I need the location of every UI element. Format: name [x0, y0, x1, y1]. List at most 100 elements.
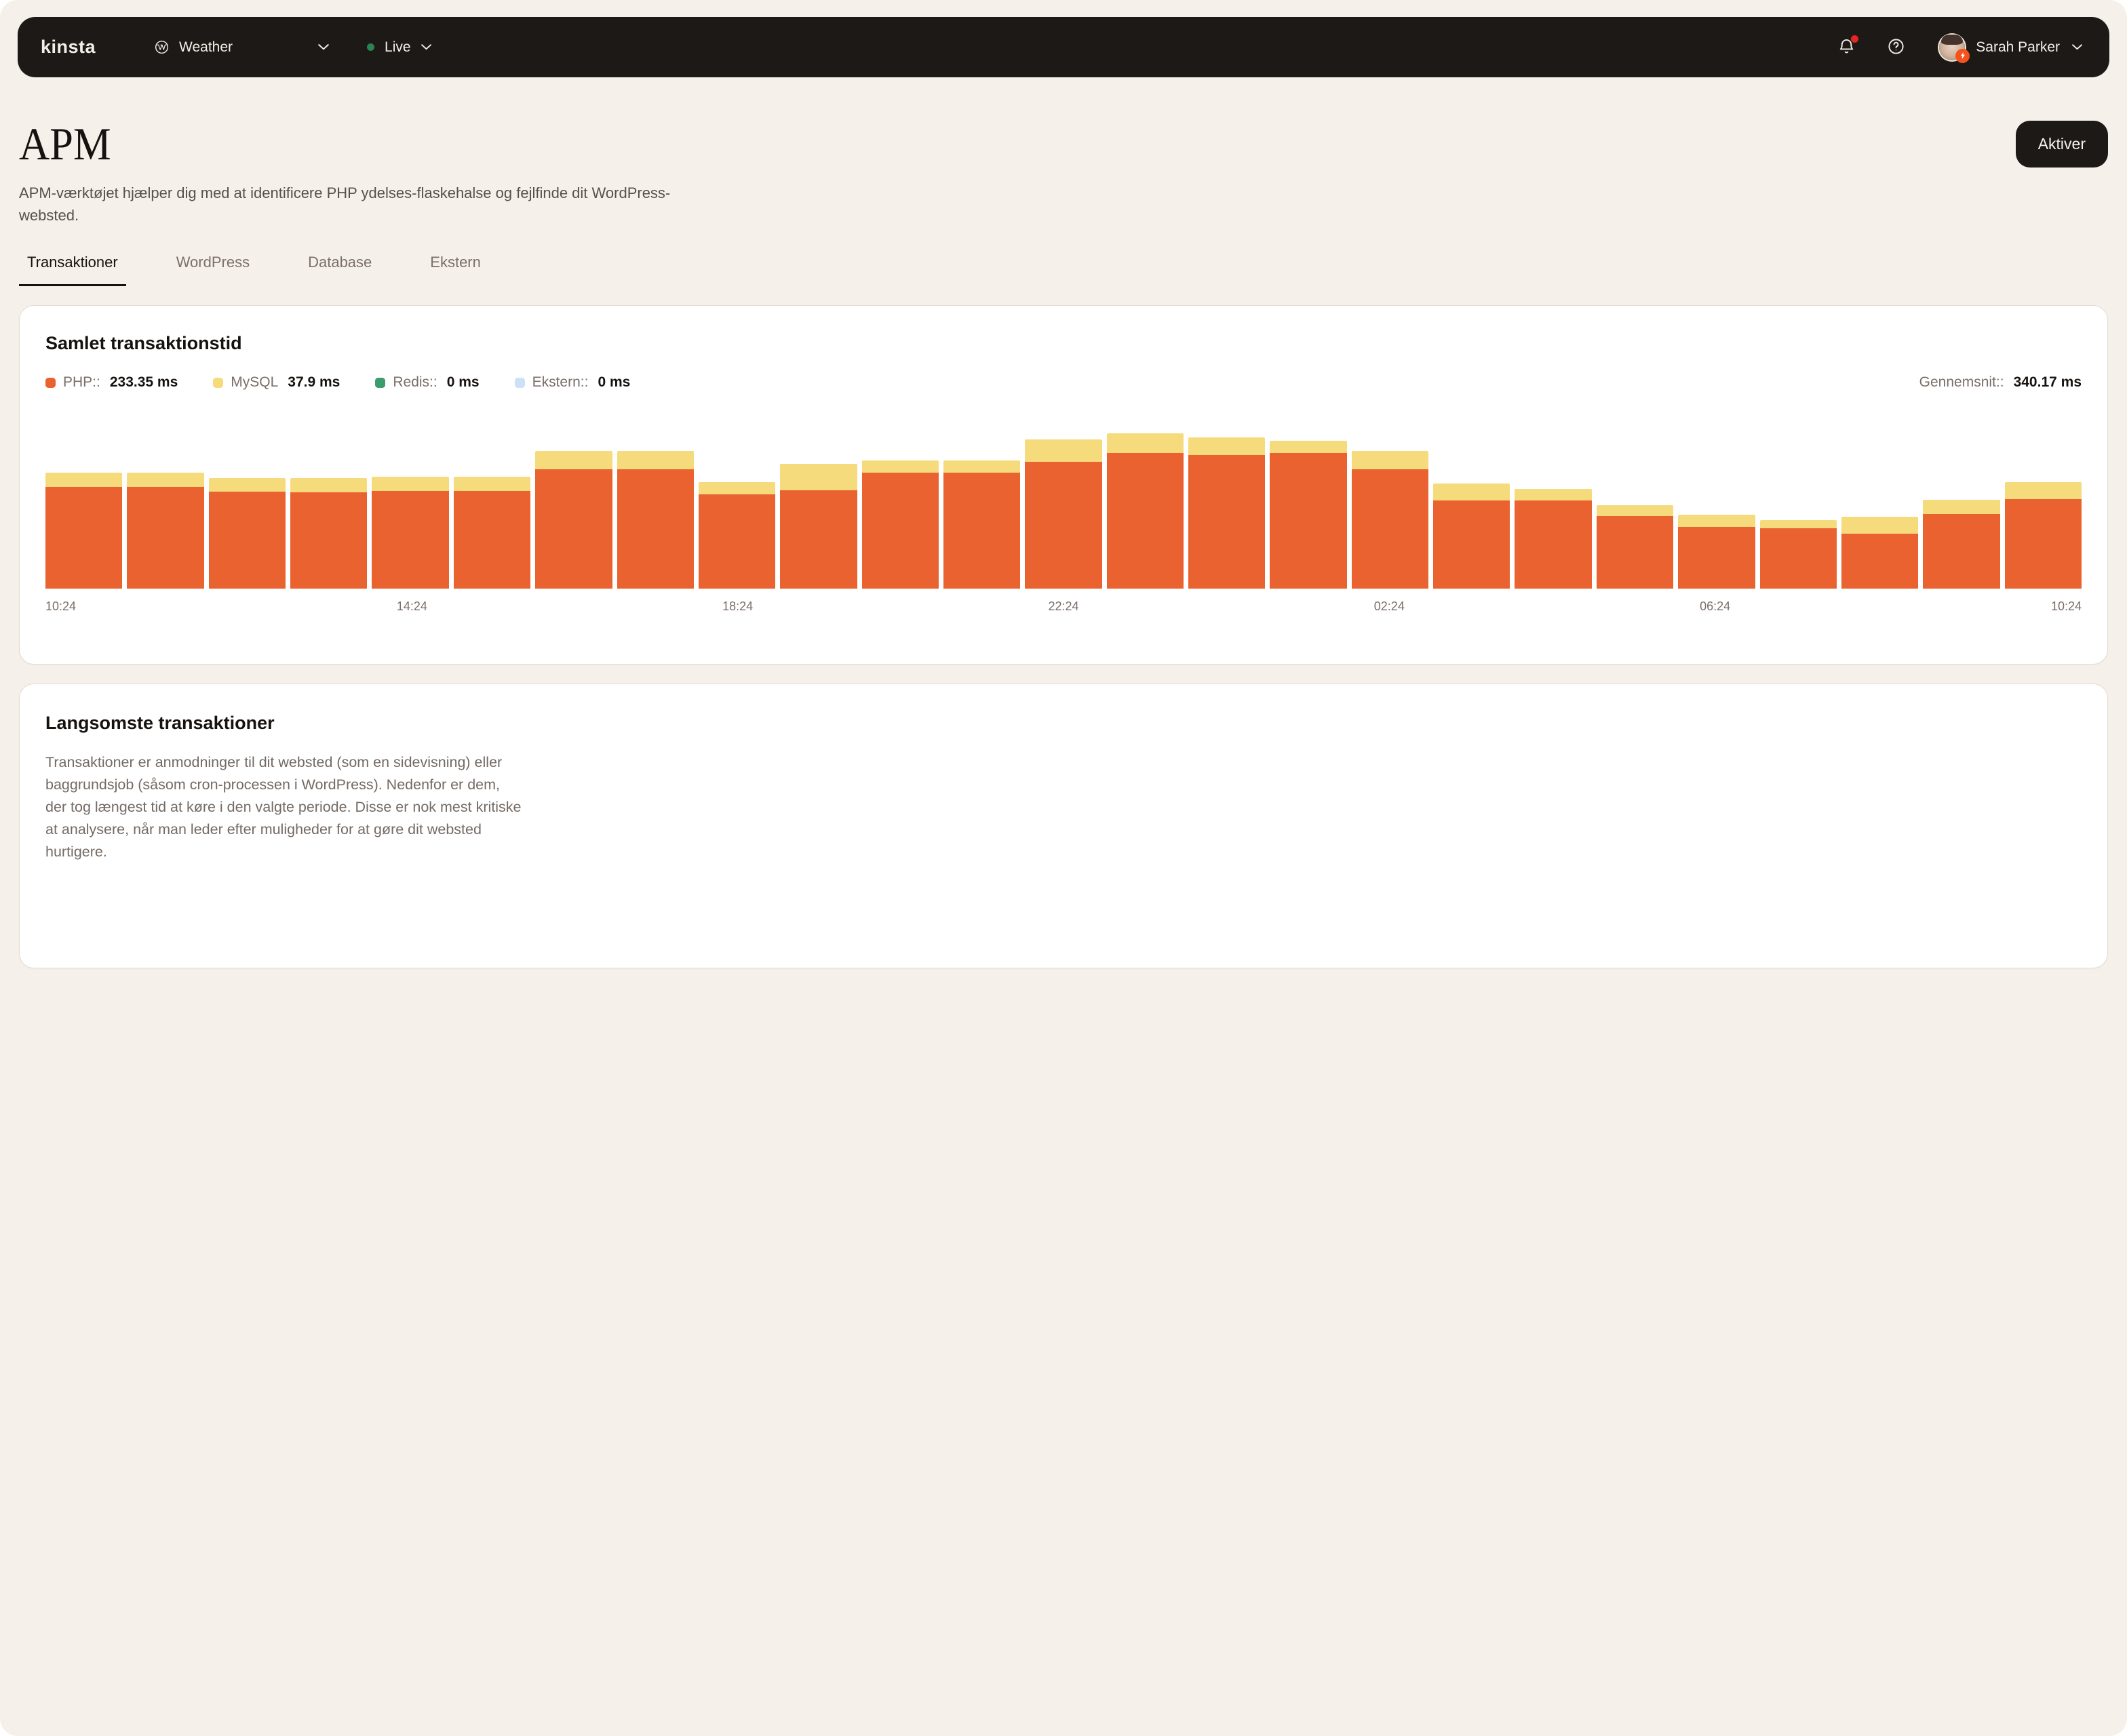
notifications-button[interactable] [1837, 37, 1856, 58]
chart-bar[interactable] [943, 460, 1020, 589]
chevron-down-icon [318, 44, 329, 50]
php-segment [1433, 500, 1510, 589]
main-content: APM Aktiver APM-værktøjet hjælper dig me… [0, 119, 2127, 968]
chart-bar[interactable] [1433, 484, 1510, 589]
slowest-transactions-card: Langsomste transaktioner Transaktioner e… [19, 684, 2108, 968]
mysql-segment [45, 473, 122, 487]
slowest-card-title: Langsomste transaktioner [45, 713, 2082, 734]
chart-bar[interactable] [454, 477, 530, 589]
php-segment [372, 491, 448, 589]
chart-bar[interactable] [45, 473, 122, 589]
chart-card-title: Samlet transaktionstid [45, 333, 2082, 354]
chart-bar[interactable] [209, 478, 286, 589]
legend-value: 0 ms [447, 374, 480, 391]
transaction-time-chart [45, 406, 2082, 589]
mysql-segment [290, 478, 367, 493]
environment-selector[interactable]: Live [367, 39, 431, 56]
chart-bar[interactable] [617, 451, 694, 589]
legend-item: PHP::233.35 ms [45, 374, 178, 391]
live-status-dot [367, 43, 374, 51]
slowest-card-body: Transaktioner er anmodninger til dit web… [45, 751, 2082, 863]
mysql-segment [1433, 484, 1510, 501]
php-segment [1107, 453, 1184, 589]
mysql-segment [1352, 451, 1428, 470]
chart-bar[interactable] [699, 482, 775, 589]
legend-item: Ekstern::0 ms [515, 374, 631, 391]
php-segment [2005, 499, 2082, 589]
chart-bar[interactable] [290, 478, 367, 589]
mysql-segment [617, 451, 694, 469]
chart-bars [45, 406, 2082, 589]
chart-bar[interactable] [1923, 500, 1999, 589]
chart-bar[interactable] [1107, 433, 1184, 589]
x-tick-label: 10:24 [2051, 599, 2082, 614]
x-axis-ticks: 10:2414:2418:2422:2402:2406:2410:24 [45, 599, 2082, 617]
x-tick-label: 18:24 [722, 599, 753, 614]
mysql-segment [1923, 500, 1999, 514]
tab-database[interactable]: Database [300, 254, 380, 286]
x-tick-label: 02:24 [1374, 599, 1405, 614]
chart-bar[interactable] [1025, 439, 1101, 589]
php-segment [290, 492, 367, 589]
php-segment [127, 487, 203, 589]
chart-bar[interactable] [780, 464, 857, 589]
legend-label: Ekstern:: [532, 374, 589, 391]
chart-bar[interactable] [1188, 437, 1265, 589]
legend-value: 37.9 ms [288, 374, 340, 391]
user-name: Sarah Parker [1976, 39, 2060, 56]
chart-bar[interactable] [2005, 482, 2082, 589]
chart-bar[interactable] [1352, 451, 1428, 589]
chart-bar[interactable] [1597, 505, 1673, 589]
x-tick-label: 06:24 [1700, 599, 1730, 614]
mysql-segment [780, 464, 857, 491]
mysql-segment [862, 460, 939, 473]
chart-bar[interactable] [862, 460, 939, 589]
avatar [1939, 35, 1965, 60]
legend-swatch [213, 378, 223, 388]
legend-value: 233.35 ms [110, 374, 178, 391]
chevron-down-icon [2072, 44, 2082, 50]
php-segment [699, 494, 775, 589]
tab-wordpress[interactable]: WordPress [168, 254, 258, 286]
chart-bar[interactable] [127, 473, 203, 589]
site-selector-label: Weather [179, 39, 233, 56]
mysql-segment [1597, 505, 1673, 516]
average-stat: Gennemsnit:: 340.17 ms [1912, 374, 2082, 391]
php-segment [1597, 516, 1673, 589]
chart-bar[interactable] [535, 451, 612, 589]
site-selector[interactable]: Weather [154, 39, 233, 56]
chart-bar[interactable] [1678, 515, 1755, 589]
chart-bar[interactable] [1270, 441, 1346, 589]
legend-label: MySQL [231, 374, 278, 391]
user-menu[interactable]: Sarah Parker [1935, 34, 2086, 61]
mysql-segment [454, 477, 530, 491]
chart-bar[interactable] [1760, 520, 1837, 589]
legend: PHP::233.35 msMySQL37.9 msRedis::0 msEks… [45, 374, 630, 391]
mysql-segment [943, 460, 1020, 473]
mysql-segment [1760, 520, 1837, 528]
environment-label: Live [385, 39, 411, 56]
title-row: APM Aktiver [19, 119, 2108, 168]
tab-ekstern[interactable]: Ekstern [422, 254, 489, 286]
tab-transaktioner[interactable]: Transaktioner [19, 254, 126, 286]
activate-button[interactable]: Aktiver [2016, 121, 2108, 167]
legend-swatch [515, 378, 525, 388]
chart-bar[interactable] [1515, 489, 1591, 589]
php-segment [1352, 469, 1428, 589]
legend-value: 0 ms [598, 374, 630, 391]
php-segment [1678, 527, 1755, 589]
x-tick-label: 14:24 [397, 599, 427, 614]
chart-bar[interactable] [372, 477, 448, 589]
kinsta-logo[interactable]: kinsta [41, 37, 96, 58]
legend-label: PHP:: [63, 374, 100, 391]
mysql-segment [1678, 515, 1755, 527]
page: kinsta Weather Live [0, 0, 2127, 1736]
php-segment [862, 473, 939, 589]
help-button[interactable] [1887, 37, 1905, 58]
php-segment [1923, 514, 1999, 589]
legend-swatch [45, 378, 56, 388]
notification-dot [1851, 35, 1858, 43]
chevron-down-icon [421, 44, 431, 50]
average-value: 340.17 ms [2014, 374, 2082, 391]
chart-bar[interactable] [1841, 517, 1918, 589]
